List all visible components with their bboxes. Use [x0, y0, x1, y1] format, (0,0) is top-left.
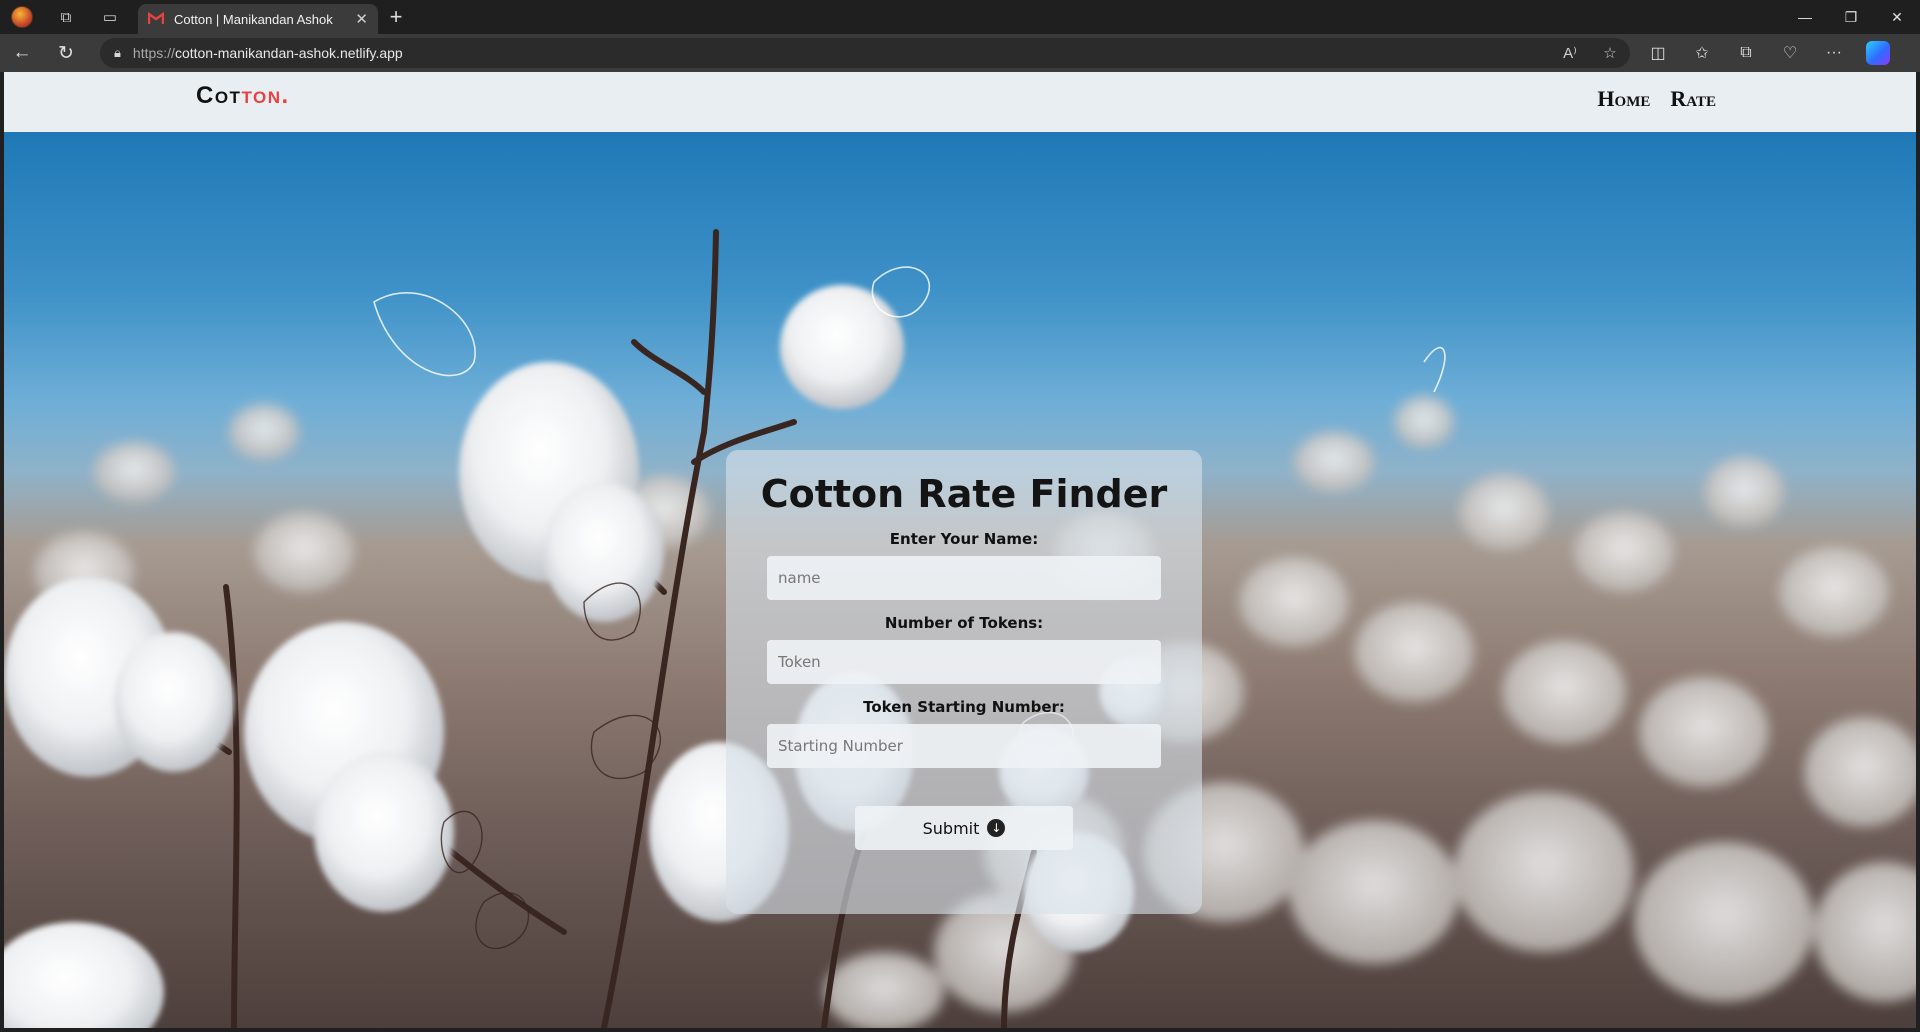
name-label: Enter Your Name:: [889, 530, 1039, 548]
site-navbar: Cotton. Home Rate: [4, 72, 1916, 132]
vertical-tabs-icon[interactable]: ▭: [88, 0, 132, 34]
copilot-icon[interactable]: [1856, 34, 1900, 72]
browser-tab[interactable]: Cotton | Manikandan Ashok ✕: [138, 4, 378, 34]
url-field[interactable]: 🔒︎ https:// cotton-manikandan-ashok.netl…: [100, 38, 1630, 68]
name-input[interactable]: [767, 556, 1161, 600]
tokens-label: Number of Tokens:: [884, 614, 1044, 632]
new-tab-icon[interactable]: +: [378, 0, 414, 34]
site-logo[interactable]: Cotton.: [196, 82, 290, 110]
starting-number-input[interactable]: [767, 724, 1161, 768]
favorites-icon[interactable]: ✩: [1680, 34, 1724, 72]
close-window-icon[interactable]: ✕: [1874, 0, 1920, 34]
browser-essentials-icon[interactable]: ♡: [1768, 34, 1812, 72]
logo-main-text: Cot: [196, 82, 242, 109]
address-bar: ← ↻ 🔒︎ https:// cotton-manikandan-ashok.…: [0, 34, 1920, 72]
submit-label: Submit: [922, 818, 980, 838]
tab-title: Cotton | Manikandan Ashok: [174, 11, 333, 27]
form-title: Cotton Rate Finder: [760, 472, 1168, 516]
read-aloud-icon[interactable]: A⁾: [1550, 44, 1590, 62]
workspaces-icon[interactable]: ⧉: [44, 0, 88, 34]
url-host: cotton-manikandan-ashok.netlify.app: [174, 45, 403, 61]
browser-tab-strip: ⧉ ▭ Cotton | Manikandan Ashok ✕ + — ❐ ✕: [0, 0, 1920, 34]
arrow-down-circle-icon: ↓: [987, 819, 1006, 837]
cotton-field-background: Cotton Rate Finder Enter Your Name: Numb…: [4, 132, 1916, 1028]
refresh-icon[interactable]: ↻: [44, 34, 88, 72]
page-viewport: Cotton. Home Rate Cotton Rate Finder Ent…: [4, 72, 1916, 1028]
nav-link-rate[interactable]: Rate: [1670, 86, 1716, 112]
favorite-star-icon[interactable]: ☆: [1590, 44, 1630, 62]
more-options-icon[interactable]: ···: [1812, 34, 1856, 72]
collections-icon[interactable]: ⧉: [1724, 34, 1768, 72]
back-icon[interactable]: ←: [0, 34, 44, 72]
logo-accent-text: ton.: [241, 82, 290, 109]
profile-avatar[interactable]: [0, 0, 44, 34]
restore-icon[interactable]: ❐: [1828, 0, 1874, 34]
rate-finder-form: Cotton Rate Finder Enter Your Name: Numb…: [726, 450, 1202, 914]
minimize-icon[interactable]: —: [1782, 0, 1828, 34]
tokens-input[interactable]: [767, 640, 1161, 684]
nav-link-home[interactable]: Home: [1597, 86, 1650, 112]
lock-icon: 🔒︎: [114, 45, 121, 60]
starting-number-label: Token Starting Number:: [863, 698, 1065, 716]
close-tab-icon[interactable]: ✕: [355, 10, 368, 28]
gmail-favicon-icon: [148, 12, 164, 26]
split-screen-icon[interactable]: ◫: [1636, 34, 1680, 72]
submit-button[interactable]: Submit ↓: [855, 806, 1073, 850]
url-protocol: https://: [132, 45, 175, 61]
